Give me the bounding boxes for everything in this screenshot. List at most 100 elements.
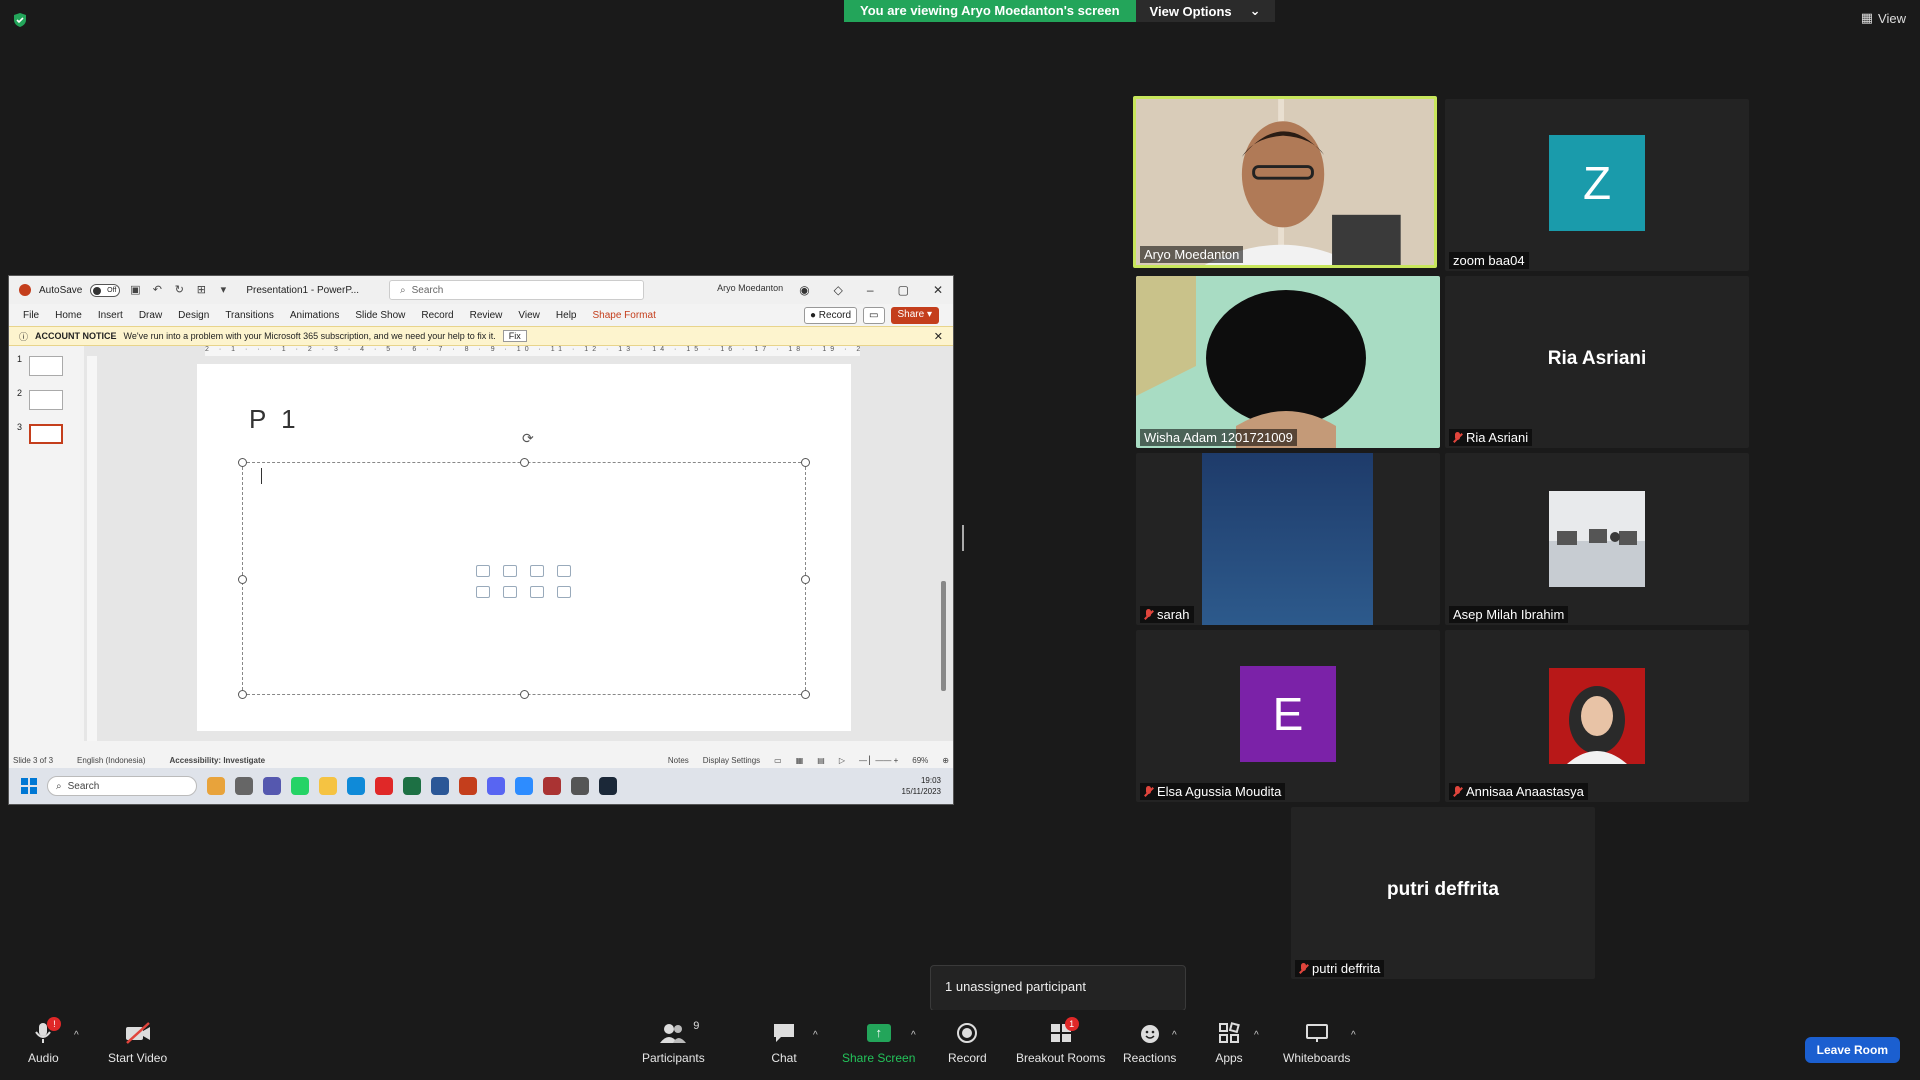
zoom-icon[interactable] bbox=[515, 777, 533, 795]
resize-handle[interactable] bbox=[801, 575, 810, 584]
share-screen-button[interactable]: ↑ Share Screen bbox=[842, 1020, 915, 1065]
close-notice-icon[interactable]: ✕ bbox=[934, 330, 943, 343]
shared-screen[interactable]: AutoSave Off ▣ ↶ ↻ ⊞ ▾ Presentation1 - P… bbox=[8, 275, 954, 805]
close-icon[interactable]: ✕ bbox=[933, 283, 943, 297]
smartart-icon[interactable] bbox=[557, 565, 571, 577]
file-explorer-icon[interactable] bbox=[319, 777, 337, 795]
apps-options-caret[interactable]: ^ bbox=[1254, 1030, 1259, 1041]
display-settings-button[interactable]: Display Settings bbox=[703, 756, 760, 765]
minimize-icon[interactable]: – bbox=[867, 283, 874, 297]
taskbar-search[interactable]: ⌕ Search bbox=[47, 776, 197, 796]
scrollbar-thumb[interactable] bbox=[941, 581, 946, 691]
whiteboards-options-caret[interactable]: ^ bbox=[1351, 1030, 1356, 1041]
normal-view-icon[interactable]: ▭ bbox=[774, 756, 782, 765]
resize-handle[interactable] bbox=[238, 575, 247, 584]
stock-images-icon[interactable] bbox=[476, 565, 490, 577]
split-drag-handle[interactable] bbox=[962, 525, 964, 551]
taskbar-clock[interactable]: 19:03 15/11/2023 bbox=[902, 775, 941, 797]
fit-slide-icon[interactable]: ⊕ bbox=[942, 756, 949, 765]
tab-transitions[interactable]: Transitions bbox=[225, 310, 274, 321]
unassigned-participant-tooltip[interactable]: 1 unassigned participant bbox=[930, 965, 1186, 1018]
tab-draw[interactable]: Draw bbox=[139, 310, 162, 321]
language-status[interactable]: English (Indonesia) bbox=[77, 756, 145, 765]
audio-options-caret[interactable]: ^ bbox=[74, 1030, 79, 1041]
office-search-box[interactable]: ⌕ Search bbox=[389, 280, 645, 300]
participant-tile-wisha[interactable]: Wisha Adam 1201721009 bbox=[1136, 276, 1440, 448]
tab-help[interactable]: Help bbox=[556, 310, 577, 321]
autosave-toggle[interactable]: Off bbox=[90, 283, 121, 297]
apps-button[interactable]: Apps bbox=[1215, 1020, 1243, 1065]
table-icon[interactable] bbox=[530, 586, 544, 598]
cameo-icon[interactable] bbox=[476, 586, 490, 598]
edge-icon[interactable] bbox=[347, 777, 365, 795]
tab-file[interactable]: File bbox=[23, 310, 39, 321]
participant-tile-ria[interactable]: Ria Asriani Ria Asriani bbox=[1445, 276, 1749, 448]
zoom-slider[interactable]: — ▏—— + bbox=[859, 756, 898, 765]
participant-tile-asep[interactable]: Asep Milah Ibrahim bbox=[1445, 453, 1749, 625]
participants-button[interactable]: 9 Participants bbox=[642, 1020, 705, 1065]
security-shield-icon[interactable] bbox=[12, 12, 28, 28]
participant-tile-aryo[interactable]: Aryo Moedanton bbox=[1133, 96, 1437, 268]
maximize-icon[interactable]: ▢ bbox=[898, 283, 909, 297]
participant-tile-sarah[interactable]: sarah bbox=[1136, 453, 1440, 625]
tab-insert[interactable]: Insert bbox=[98, 310, 123, 321]
zoom-level[interactable]: 69% bbox=[912, 756, 928, 765]
copilot-icon[interactable] bbox=[207, 777, 225, 795]
participant-tile-putri[interactable]: putri deffrita putri deffrita bbox=[1291, 807, 1595, 979]
ppt-record-button[interactable]: ● Record bbox=[803, 306, 858, 324]
whatsapp-icon[interactable] bbox=[291, 777, 309, 795]
steam-icon[interactable] bbox=[599, 777, 617, 795]
resize-handle[interactable] bbox=[520, 690, 529, 699]
view-options-button[interactable]: View Options ⌄ bbox=[1135, 0, 1275, 22]
ppt-share-button[interactable]: Share ▾ bbox=[890, 306, 939, 324]
tab-shape-format[interactable]: Shape Format bbox=[592, 310, 655, 321]
presenter-icon[interactable]: ⊞ bbox=[194, 284, 208, 296]
whiteboards-button[interactable]: Whiteboards bbox=[1283, 1020, 1350, 1065]
tab-slide-show[interactable]: Slide Show bbox=[355, 310, 405, 321]
save-icon[interactable]: ▣ bbox=[128, 284, 142, 296]
slide-title[interactable]: P 1 bbox=[249, 404, 300, 435]
resize-handle[interactable] bbox=[238, 458, 247, 467]
icons-icon[interactable] bbox=[530, 565, 544, 577]
undo-icon[interactable]: ↶ bbox=[150, 284, 164, 296]
resize-handle[interactable] bbox=[238, 690, 247, 699]
audio-button[interactable]: ! Audio bbox=[28, 1017, 62, 1065]
reading-view-icon[interactable]: ▤ bbox=[817, 756, 825, 765]
view-button[interactable]: ▦ View bbox=[1861, 10, 1906, 26]
resize-handle[interactable] bbox=[801, 690, 810, 699]
settings-icon[interactable] bbox=[571, 777, 589, 795]
slide-thumbnail-3[interactable] bbox=[29, 424, 63, 444]
powerpoint-icon[interactable] bbox=[459, 777, 477, 795]
tab-design[interactable]: Design bbox=[178, 310, 209, 321]
slide-thumbnail-2[interactable] bbox=[29, 390, 63, 410]
slide-sorter-icon[interactable]: ▦ bbox=[796, 756, 804, 765]
youtube-icon[interactable] bbox=[375, 777, 393, 795]
slideshow-icon[interactable]: ▷ bbox=[839, 756, 845, 765]
customize-icon[interactable]: ▾ bbox=[216, 284, 230, 296]
notes-button[interactable]: Notes bbox=[668, 756, 689, 765]
rotate-handle-icon[interactable]: ⟳ bbox=[522, 430, 534, 447]
leave-room-button[interactable]: Leave Room bbox=[1804, 1037, 1900, 1063]
pictures-icon[interactable] bbox=[503, 565, 517, 577]
chat-options-caret[interactable]: ^ bbox=[813, 1030, 818, 1041]
windows-start-icon[interactable] bbox=[21, 778, 37, 794]
chart-icon[interactable] bbox=[557, 586, 571, 598]
comments-icon[interactable]: ▭ bbox=[863, 306, 885, 324]
excel-icon[interactable] bbox=[403, 777, 421, 795]
slide-thumbnail-1[interactable] bbox=[29, 356, 63, 376]
user-avatar-icon[interactable]: ◉ bbox=[799, 283, 809, 297]
tab-record[interactable]: Record bbox=[421, 310, 453, 321]
fix-button[interactable]: Fix bbox=[502, 330, 527, 342]
participant-tile-elsa[interactable]: E Elsa Agussia Moudita bbox=[1136, 630, 1440, 802]
video-icon[interactable] bbox=[503, 586, 517, 598]
slide-canvas[interactable]: P 1 ⟳ bbox=[197, 364, 851, 731]
tab-review[interactable]: Review bbox=[470, 310, 503, 321]
tab-animations[interactable]: Animations bbox=[290, 310, 339, 321]
accessibility-status[interactable]: Accessibility: Investigate bbox=[170, 756, 266, 765]
teams-icon[interactable] bbox=[263, 777, 281, 795]
diamond-icon[interactable]: ◇ bbox=[834, 283, 843, 297]
chat-button[interactable]: Chat bbox=[770, 1020, 798, 1065]
snipping-tool-icon[interactable] bbox=[543, 777, 561, 795]
reactions-options-caret[interactable]: ^ bbox=[1172, 1030, 1177, 1041]
record-button[interactable]: Record bbox=[948, 1020, 987, 1065]
